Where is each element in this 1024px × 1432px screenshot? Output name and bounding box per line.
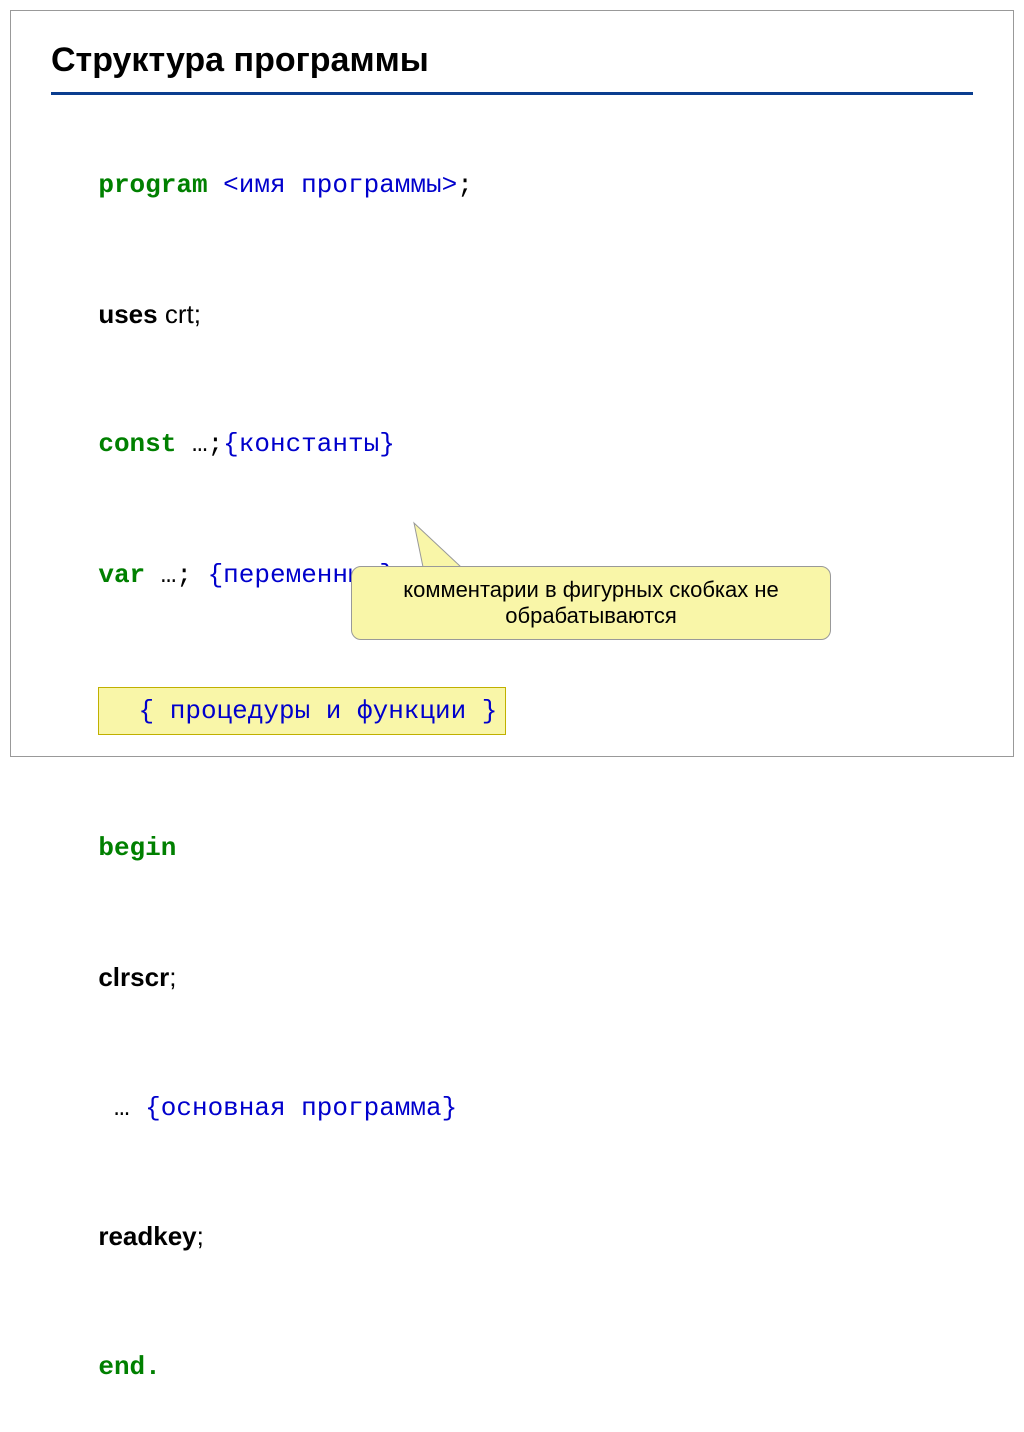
kw-begin: begin bbox=[98, 833, 176, 863]
callout: комментарии в фигурных скобках не обраба… bbox=[351, 566, 831, 640]
kw-const: const bbox=[98, 429, 176, 459]
kw-clrscr: clrscr bbox=[98, 962, 169, 992]
callout-arrow-icon bbox=[411, 520, 471, 570]
highlight-procedures: { процедуры и функции } bbox=[98, 687, 506, 736]
code-block: program <имя программы>; uses crt; const… bbox=[51, 119, 973, 1432]
uses-val: crt; bbox=[165, 299, 201, 329]
slide-title: Структура программы bbox=[51, 41, 973, 95]
kw-end: end. bbox=[98, 1352, 160, 1382]
main-prefix: … bbox=[98, 1093, 145, 1123]
semicolon: ; bbox=[457, 170, 473, 200]
const-rest: …; bbox=[176, 429, 223, 459]
var-rest: …; bbox=[145, 560, 207, 590]
clrscr-semi: ; bbox=[169, 962, 176, 992]
kw-var: var bbox=[98, 560, 145, 590]
kw-program: program bbox=[98, 170, 207, 200]
readkey-semi: ; bbox=[197, 1221, 204, 1251]
comment-main: {основная программа} bbox=[145, 1093, 457, 1123]
kw-uses: uses bbox=[98, 299, 165, 329]
kw-readkey: readkey bbox=[98, 1221, 196, 1251]
placeholder-progname: <имя программы> bbox=[208, 170, 458, 200]
callout-text: комментарии в фигурных скобках не обраба… bbox=[351, 566, 831, 640]
comment-const: {константы} bbox=[223, 429, 395, 459]
